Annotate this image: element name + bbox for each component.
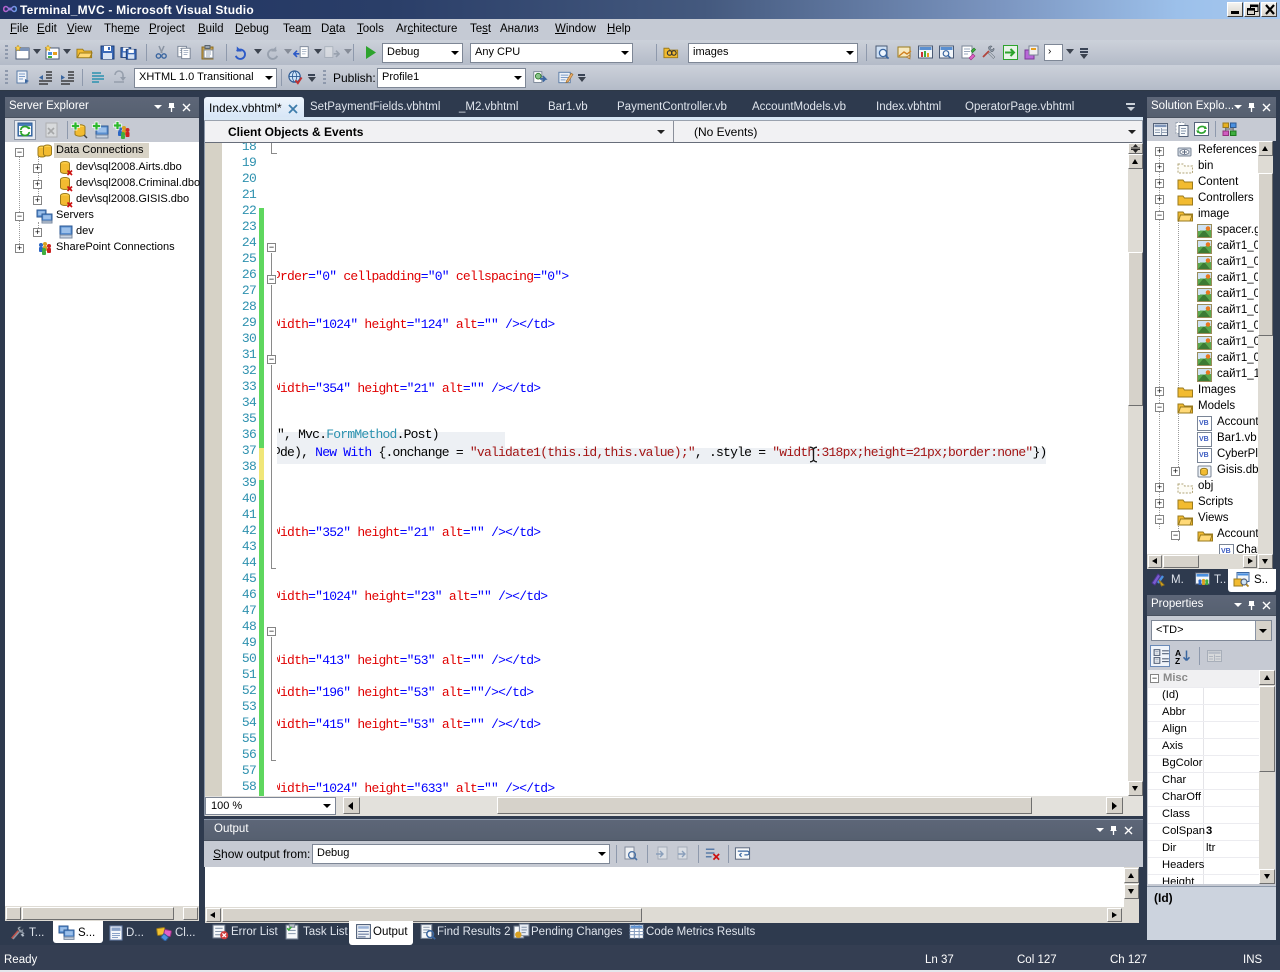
svg-text:Z: Z	[1175, 656, 1180, 665]
